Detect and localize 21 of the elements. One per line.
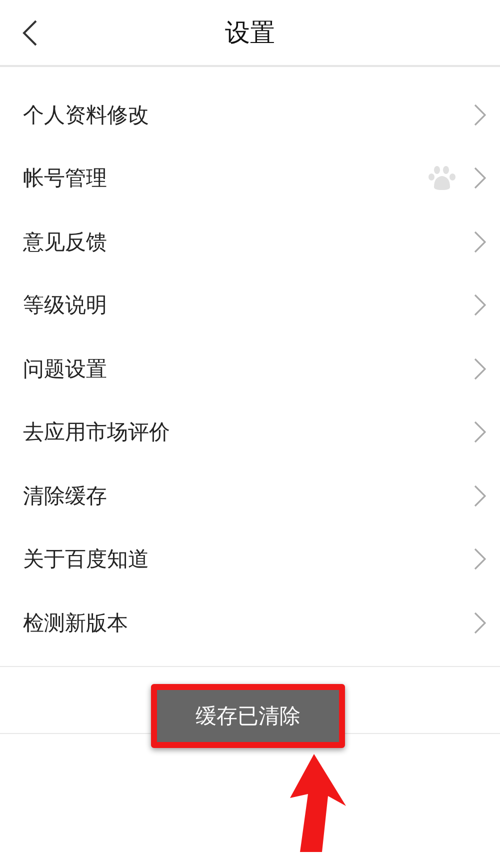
chevron-icon <box>474 230 486 253</box>
chevron-icon <box>474 358 486 380</box>
settings-item[interactable]: 去应用市场评价 <box>0 400 500 464</box>
chevron-icon <box>474 548 486 570</box>
settings-item[interactable]: 关于百度知道 <box>0 528 500 591</box>
chevron-icon <box>474 612 486 634</box>
settings-item[interactable]: 帐号管理 <box>0 146 500 210</box>
chevron-icon <box>474 484 486 507</box>
settings-item[interactable]: 检测新版本 <box>0 591 500 654</box>
settings-item[interactable]: 个人资料修改 <box>0 83 500 146</box>
settings-item[interactable]: 清除缓存 <box>0 464 500 528</box>
toast: 缓存已清除 <box>151 684 345 748</box>
settings-item[interactable]: 问题设置 <box>0 337 500 400</box>
chevron-icon <box>474 104 486 126</box>
settings-item[interactable]: 意见反馈 <box>0 210 500 274</box>
chevron-icon <box>474 294 486 316</box>
chevron-icon <box>474 167 486 190</box>
page-title: 设置 <box>225 17 275 49</box>
chevron-icon <box>474 421 486 444</box>
settings-item[interactable]: 等级说明 <box>0 274 500 337</box>
back-icon[interactable] <box>22 20 38 46</box>
